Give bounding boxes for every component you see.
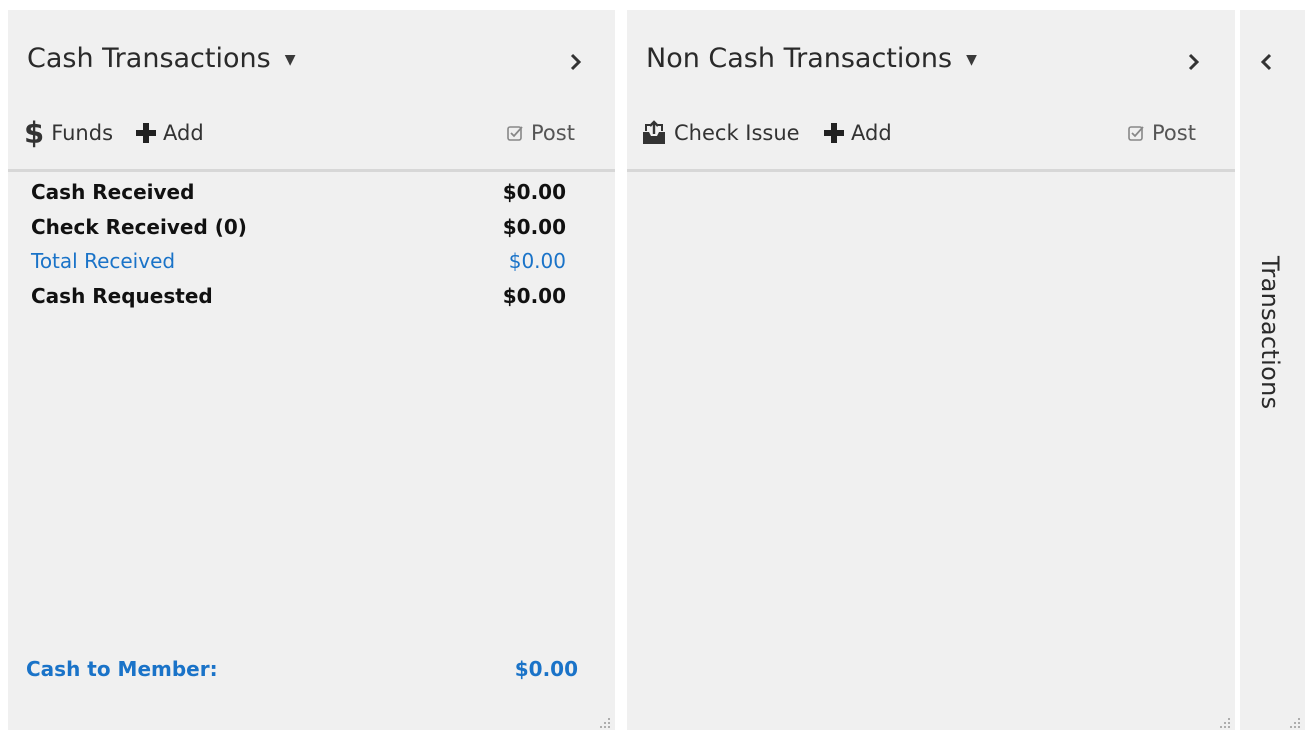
funds-label: Funds (51, 121, 114, 145)
funds-button[interactable]: $ Funds (24, 114, 113, 152)
resize-grip-icon[interactable] (599, 714, 611, 728)
chevron-left-icon[interactable] (1254, 48, 1278, 76)
cash-to-member-row: Cash to Member: $0.00 (26, 657, 578, 681)
row-label: Total Received (31, 249, 176, 273)
row-label: Cash Requested (31, 283, 213, 308)
caret-down-icon[interactable]: ▼ (285, 52, 296, 68)
cash-summary-list: Cash Received $0.00 Check Received (0) $… (31, 178, 566, 316)
noncash-toolbar: Check Issue Add Post (627, 114, 1235, 152)
cash-add-label: Add (163, 121, 204, 145)
summary-row: Check Received (0) $0.00 (31, 213, 566, 248)
checkbox-icon (1128, 125, 1145, 142)
cash-post-button[interactable]: Post (507, 114, 575, 152)
noncash-panel-title: Non Cash Transactions (646, 42, 953, 74)
noncash-title-row[interactable]: Non Cash Transactions ▼ (646, 40, 977, 76)
noncash-add-label: Add (851, 121, 892, 145)
chevron-right-icon[interactable] (1182, 48, 1206, 76)
resize-grip-icon[interactable] (1289, 714, 1301, 728)
dollar-icon: $ (24, 116, 45, 150)
plus-icon (136, 123, 156, 143)
row-value: $0.00 (508, 249, 566, 273)
noncash-post-label: Post (1152, 121, 1196, 145)
row-value: $0.00 (502, 283, 566, 308)
cash-panel-title: Cash Transactions (27, 42, 271, 74)
plus-icon (824, 123, 844, 143)
check-issue-label: Check Issue (674, 121, 800, 145)
chevron-right-icon[interactable] (564, 48, 588, 76)
checkbox-icon (507, 125, 524, 142)
cash-to-member-label: Cash to Member: (26, 657, 218, 681)
noncash-add-button[interactable]: Add (824, 114, 892, 152)
caret-down-icon[interactable]: ▼ (966, 52, 977, 68)
non-cash-transactions-panel: Non Cash Transactions ▼ Check Issue Add (627, 10, 1235, 730)
cash-add-button[interactable]: Add (136, 114, 204, 152)
summary-row: Cash Requested $0.00 (31, 282, 566, 317)
row-label: Check Received (0) (31, 214, 247, 239)
summary-row-total: Total Received $0.00 (31, 247, 566, 282)
row-label: Cash Received (31, 180, 195, 204)
row-value: $0.00 (502, 214, 566, 239)
cash-post-label: Post (531, 121, 575, 145)
noncash-post-button[interactable]: Post (1128, 114, 1196, 152)
check-issue-button[interactable]: Check Issue (641, 114, 800, 152)
cash-to-member-value: $0.00 (514, 657, 578, 681)
resize-grip-icon[interactable] (1219, 714, 1231, 728)
transactions-side-panel[interactable]: Transactions (1240, 10, 1305, 730)
cash-transactions-panel: Cash Transactions ▼ $ Funds Add Post Cas… (8, 10, 615, 730)
row-value: $0.00 (502, 180, 566, 204)
cash-toolbar: $ Funds Add Post (8, 114, 615, 152)
cash-title-row[interactable]: Cash Transactions ▼ (27, 40, 295, 76)
summary-row: Cash Received $0.00 (31, 178, 566, 213)
outbox-upload-icon (641, 120, 667, 146)
noncash-divider (627, 169, 1235, 172)
cash-divider (8, 169, 615, 172)
transactions-vertical-label: Transactions (1256, 256, 1284, 410)
